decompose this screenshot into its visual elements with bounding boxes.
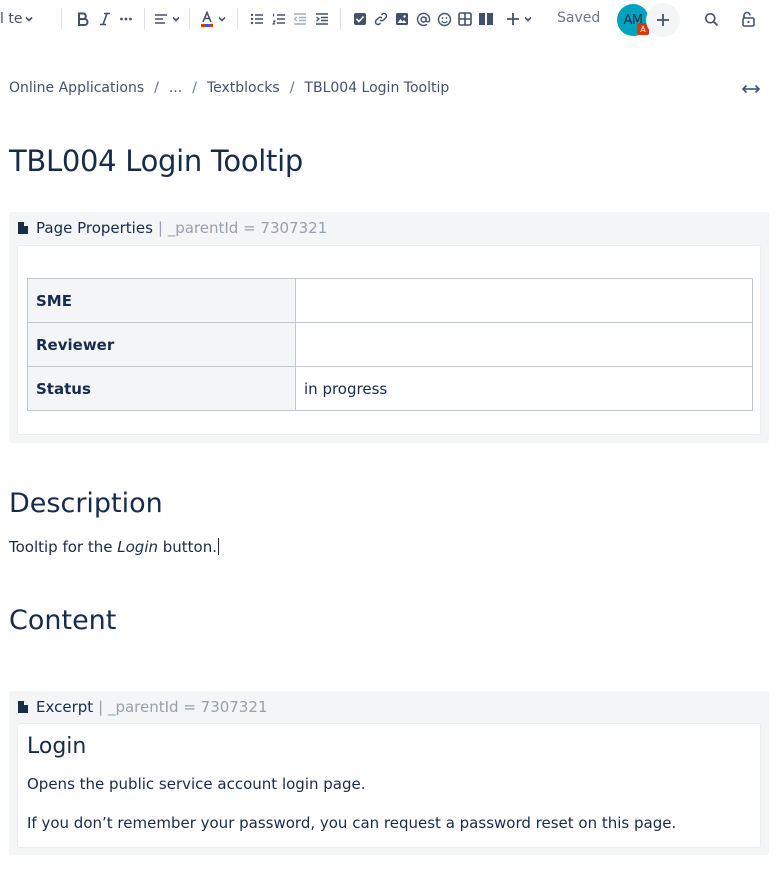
full-width-toggle-button[interactable] [740,81,762,97]
breadcrumb-item-textblocks[interactable]: Textblocks [207,80,280,96]
document-icon [18,701,28,713]
text-color-icon [200,11,213,27]
more-formatting-button[interactable] [117,8,135,30]
breadcrumb-item-current[interactable]: TBL004 Login Tooltip [304,80,449,96]
table-cell[interactable] [295,322,753,367]
numbered-list-button[interactable] [270,8,288,30]
mention-button[interactable] [414,8,432,30]
table-row: Status in progress [27,366,753,411]
insert-more-dropdown[interactable] [503,8,535,30]
columns-layout-icon [479,13,493,25]
bold-icon [78,12,89,26]
properties-table: SME Reviewer Status in progress [27,278,753,411]
table-row: Reviewer [27,322,753,367]
link-icon [374,12,388,26]
breadcrumb-separator: / [192,80,197,96]
italic-icon [100,12,110,26]
toolbar-divider [189,8,190,30]
outdent-icon [293,13,306,25]
breadcrumb: Online Applications / ... / Textblocks /… [9,80,449,96]
chevron-down-icon [171,16,180,22]
page-properties-macro[interactable]: Page Properties | _parentId = 7307321 SM… [9,212,769,443]
macro-parameter: | _parentId = 7307321 [98,698,268,716]
macro-body: Login Opens the public service account l… [17,723,761,848]
plus-icon [506,13,519,25]
outdent-button[interactable] [291,8,309,30]
alignment-dropdown[interactable] [152,8,182,30]
table-cell[interactable]: in progress [295,366,753,411]
indent-icon [316,13,328,25]
table-button[interactable] [456,8,474,30]
text-cursor [218,538,220,555]
macro-body: SME Reviewer Status in progress [17,245,761,435]
excerpt-paragraph[interactable]: Opens the public service account login p… [27,775,366,793]
table-icon [458,12,472,26]
toolbar-divider [237,8,238,30]
macro-parameter: | _parentId = 7307321 [157,219,328,237]
emoji-icon [437,12,451,26]
find-replace-button[interactable] [702,8,720,30]
chevron-down-icon [217,16,226,22]
table-cell[interactable] [295,278,753,323]
document-icon [18,222,28,234]
italic-button[interactable] [96,8,114,30]
toolbar-divider [61,8,62,30]
table-header-cell[interactable]: Reviewer [27,322,296,367]
bullet-list-button[interactable] [248,8,266,30]
description-paragraph[interactable]: Tooltip for the Login button. [9,538,220,556]
macro-name: Page Properties [36,219,153,237]
page-title[interactable]: TBL004 Login Tooltip [9,144,303,178]
editor-toolbar: l te Saved AM A [0,0,777,38]
bold-button[interactable] [74,8,92,30]
checkbox-icon [354,13,366,25]
breadcrumb-item-online-applications[interactable]: Online Applications [9,80,144,96]
description-emphasis: Login [117,538,158,556]
chevron-down-icon [25,16,34,22]
numbered-list-icon [272,13,285,25]
image-icon [396,13,408,25]
restrictions-button[interactable] [738,8,758,30]
image-button[interactable] [393,8,411,30]
plus-icon [657,14,669,26]
text-style-label: l te [0,11,23,27]
text-color-dropdown[interactable] [198,8,228,30]
search-icon [704,12,718,26]
indent-button[interactable] [313,8,331,30]
excerpt-macro[interactable]: Excerpt | _parentId = 7307321 Login Open… [9,691,769,855]
breadcrumb-separator: / [289,80,295,96]
macro-name: Excerpt [36,698,94,716]
invite-collaborator-button[interactable] [646,3,680,37]
table-header-cell[interactable]: Status [27,366,296,411]
toolbar-divider [340,8,341,30]
chevron-down-icon [523,16,532,22]
align-left-icon [154,14,167,24]
action-item-button[interactable] [351,8,369,30]
table-header-cell[interactable]: SME [27,278,296,323]
expand-width-icon [741,84,761,94]
toolbar-divider [144,8,145,30]
description-heading[interactable]: Description [9,488,163,519]
table-row: SME [27,278,753,323]
at-mention-icon [416,12,430,26]
layouts-button[interactable] [477,8,495,30]
breadcrumb-item-ellipsis[interactable]: ... [169,80,182,96]
text-style-dropdown[interactable]: l te [0,8,38,30]
content-heading[interactable]: Content [9,605,116,636]
excerpt-paragraph[interactable]: If you don’t remember your password, you… [27,814,676,832]
description-text-end: button. [158,538,218,556]
description-text: Tooltip for the [9,538,118,556]
bullet-list-icon [250,13,263,25]
breadcrumb-separator: / [154,80,159,96]
save-status: Saved [557,10,601,26]
excerpt-heading[interactable]: Login [27,734,86,759]
more-icon [120,17,132,21]
emoji-button[interactable] [435,8,453,30]
macro-header: Page Properties | _parentId = 7307321 [18,219,327,237]
unlock-icon [742,11,755,27]
link-button[interactable] [372,8,390,30]
macro-header: Excerpt | _parentId = 7307321 [18,698,267,716]
